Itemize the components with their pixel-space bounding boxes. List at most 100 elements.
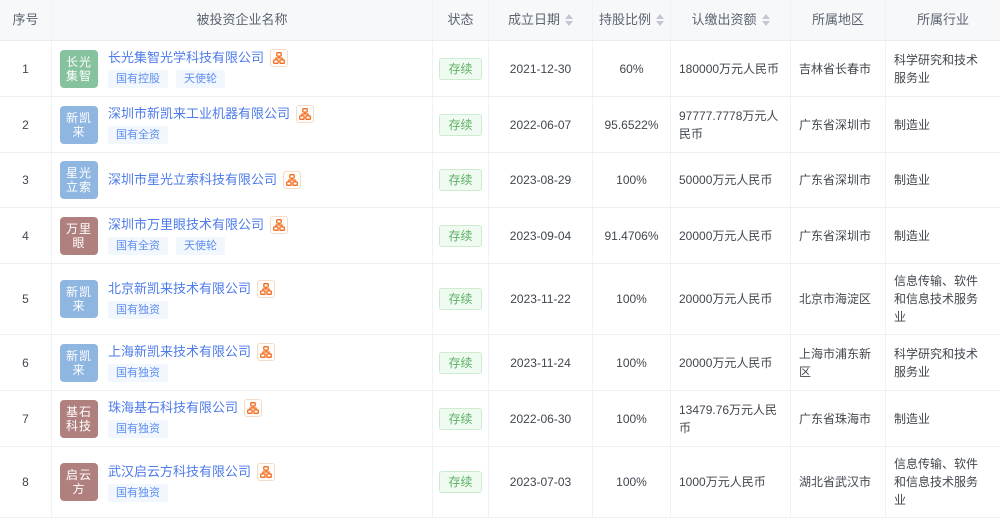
company-avatar[interactable]: 万里眼 (60, 217, 98, 255)
established-date-cell: 2023-09-04 (489, 208, 593, 263)
company-cell: 长光集智 长光集智光学科技有限公司 国有控股天 (52, 41, 433, 96)
equity-structure-icon[interactable] (270, 216, 288, 234)
caret-down-icon (656, 21, 664, 26)
header-region-label: 所属地区 (812, 11, 864, 29)
table-row: 4 万里眼 深圳市万里眼技术有限公司 (0, 208, 1000, 264)
row-index: 1 (0, 41, 52, 96)
invested-companies-table: 序号 被投资企业名称 状态 成立日期 持股比例 认缴出资额 所属地区 所属行业 … (0, 0, 1000, 518)
status-badge: 存续 (439, 352, 481, 374)
company-avatar[interactable]: 基石科技 (60, 400, 98, 438)
company-name-link[interactable]: 长光集智光学科技有限公司 (108, 49, 264, 67)
equity-structure-icon[interactable] (257, 280, 275, 298)
company-cell: 启云方 武汉启云方科技有限公司 国有独资 (52, 447, 433, 517)
region-cell: 广东省深圳市 (791, 97, 886, 152)
shareholding-ratio-cell: 60% (593, 41, 671, 96)
region-cell: 湖北省武汉市 (791, 447, 886, 517)
status-cell: 存续 (433, 447, 489, 517)
header-index: 序号 (0, 0, 52, 40)
equity-structure-icon[interactable] (296, 105, 314, 123)
established-date-cell: 2023-11-24 (489, 335, 593, 390)
sort-toggle-amount[interactable] (762, 14, 770, 26)
row-index: 5 (0, 264, 52, 334)
header-company-name-label: 被投资企业名称 (196, 11, 287, 29)
equity-structure-icon[interactable] (257, 343, 275, 361)
caret-up-icon (762, 14, 770, 19)
status-cell: 存续 (433, 391, 489, 446)
company-tags: 国有独资 (108, 420, 262, 438)
company-tag: 国有独资 (108, 301, 168, 319)
status-badge: 存续 (439, 408, 481, 430)
header-shareholding-ratio-label: 持股比例 (599, 11, 651, 29)
company-avatar[interactable]: 长光集智 (60, 50, 98, 88)
shareholding-ratio-cell: 91.4706% (593, 208, 671, 263)
status-cell: 存续 (433, 153, 489, 207)
shareholding-ratio-cell: 100% (593, 335, 671, 390)
row-index: 4 (0, 208, 52, 263)
company-name-link[interactable]: 武汉启云方科技有限公司 (108, 463, 251, 481)
table-row: 6 新凯来 上海新凯来技术有限公司 (0, 335, 1000, 391)
row-index: 2 (0, 97, 52, 152)
header-company-name: 被投资企业名称 (52, 0, 433, 40)
region-cell: 北京市海淀区 (791, 264, 886, 334)
status-cell: 存续 (433, 335, 489, 390)
shareholding-ratio-cell: 100% (593, 264, 671, 334)
equity-structure-icon[interactable] (257, 463, 275, 481)
status-cell: 存续 (433, 264, 489, 334)
company-avatar[interactable]: 新凯来 (60, 280, 98, 318)
status-badge: 存续 (439, 471, 481, 493)
company-avatar[interactable]: 星光立索 (60, 161, 98, 199)
shareholding-ratio-cell: 95.6522% (593, 97, 671, 152)
company-name-link[interactable]: 北京新凯来技术有限公司 (108, 280, 251, 298)
company-name-link[interactable]: 上海新凯来技术有限公司 (108, 343, 251, 361)
shareholding-ratio-cell: 100% (593, 447, 671, 517)
company-name-link[interactable]: 深圳市星光立索科技有限公司 (108, 171, 277, 189)
table-row: 2 新凯来 深圳市新凯来工业机器有限公司 (0, 97, 1000, 153)
header-established-date-label: 成立日期 (508, 11, 560, 29)
established-date-cell: 2022-06-07 (489, 97, 593, 152)
subscribed-capital-cell: 20000万元人民币 (671, 208, 791, 263)
company-cell: 基石科技 珠海基石科技有限公司 国有独资 (52, 391, 433, 446)
company-tag: 国有独资 (108, 364, 168, 382)
region-cell: 上海市浦东新区 (791, 335, 886, 390)
company-tags: 国有全资 (108, 126, 314, 144)
company-avatar[interactable]: 新凯来 (60, 106, 98, 144)
status-badge: 存续 (439, 114, 481, 136)
header-status: 状态 (433, 0, 489, 40)
header-region: 所属地区 (791, 0, 886, 40)
company-avatar[interactable]: 启云方 (60, 463, 98, 501)
header-industry: 所属行业 (886, 0, 1000, 40)
shareholding-ratio-cell: 100% (593, 391, 671, 446)
status-badge: 存续 (439, 58, 481, 80)
region-cell: 吉林省长春市 (791, 41, 886, 96)
status-badge: 存续 (439, 169, 481, 191)
header-subscribed-capital-label: 认缴出资额 (691, 11, 756, 29)
company-tag: 国有全资 (108, 237, 168, 255)
company-tag: 天使轮 (176, 70, 225, 88)
equity-structure-icon[interactable] (244, 399, 262, 417)
company-avatar[interactable]: 新凯来 (60, 344, 98, 382)
company-name-link[interactable]: 深圳市新凯来工业机器有限公司 (108, 105, 290, 123)
caret-down-icon (565, 21, 573, 26)
status-badge: 存续 (439, 225, 481, 247)
header-established-date: 成立日期 (489, 0, 593, 40)
company-name-link[interactable]: 深圳市万里眼技术有限公司 (108, 216, 264, 234)
industry-cell: 信息传输、软件和信息技术服务业 (886, 264, 1000, 334)
company-name-link[interactable]: 珠海基石科技有限公司 (108, 399, 238, 417)
equity-structure-icon[interactable] (270, 49, 288, 67)
status-badge: 存续 (439, 288, 481, 310)
company-tags: 国有独资 (108, 301, 275, 319)
sort-toggle-ratio[interactable] (656, 14, 664, 26)
subscribed-capital-cell: 20000万元人民币 (671, 264, 791, 334)
table-body: 1 长光集智 长光集智光学科技有限公司 (0, 41, 1000, 518)
subscribed-capital-cell: 20000万元人民币 (671, 335, 791, 390)
industry-cell: 制造业 (886, 97, 1000, 152)
caret-down-icon (762, 21, 770, 26)
industry-cell: 制造业 (886, 208, 1000, 263)
sort-toggle-date[interactable] (565, 14, 573, 26)
equity-structure-icon[interactable] (283, 171, 301, 189)
table-header: 序号 被投资企业名称 状态 成立日期 持股比例 认缴出资额 所属地区 所属行业 (0, 0, 1000, 41)
header-status-label: 状态 (447, 11, 473, 29)
established-date-cell: 2023-08-29 (489, 153, 593, 207)
company-cell: 星光立索 深圳市星光立索科技有限公司 (52, 153, 433, 207)
region-cell: 广东省珠海市 (791, 391, 886, 446)
